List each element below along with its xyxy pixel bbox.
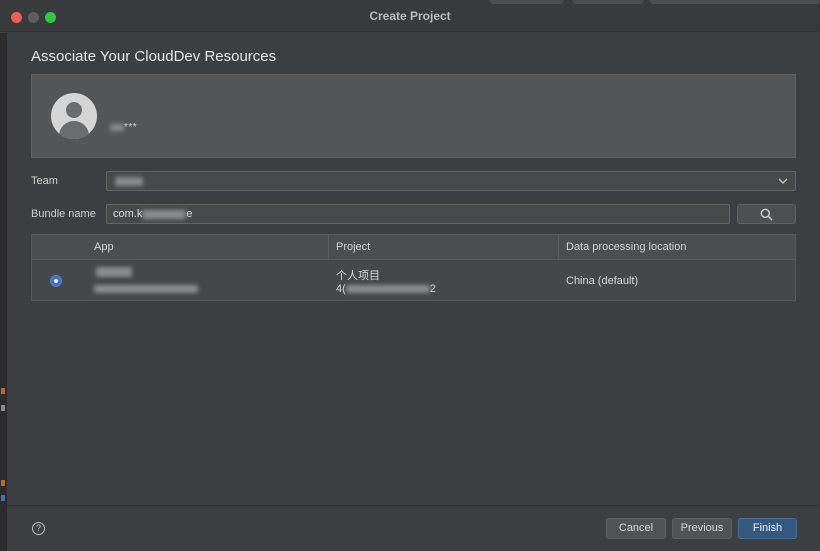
account-panel: *** [31,74,796,158]
bundle-name-input[interactable]: com.k e [106,204,730,224]
bundle-name-prefix: com.k [113,208,143,220]
app-id [94,283,198,295]
table-header: App Project Data processing location [32,235,795,260]
background-mark [1,388,5,394]
project-id-prefix: 4( [336,283,346,295]
user-avatar-icon [51,93,97,139]
search-button[interactable] [737,204,796,224]
background-tab [572,0,644,4]
project-id-suffix: 2 [429,283,436,295]
column-divider [328,235,329,260]
account-name: *** [110,122,137,133]
team-label: Team [31,175,58,187]
background-mark [1,405,5,411]
row-select-radio[interactable] [50,275,62,287]
footer-divider [7,505,820,506]
resources-table: App Project Data processing location 个人项… [31,234,796,301]
table-row[interactable]: 个人项目 4( 2 China (default) [32,261,795,300]
redacted-app-name [96,267,132,278]
window-title: Create Project [369,9,451,23]
associate-resources-dialog: Associate Your CloudDev Resources *** Te… [7,33,820,551]
column-header-location: Data processing location [566,241,687,253]
column-header-app: App [94,241,114,253]
team-value [115,175,143,187]
previous-button[interactable]: Previous [672,518,732,539]
redacted-bundle-name [142,209,187,219]
background-mark [1,495,5,501]
finish-button[interactable]: Finish [738,518,797,539]
column-divider [558,235,559,260]
redacted-app-id [94,285,198,294]
help-icon[interactable]: ? [32,522,45,535]
redacted-project-id [345,285,430,294]
project-id: 4( 2 [336,283,436,295]
chevron-down-icon [778,178,788,184]
redacted-account-name [110,123,124,131]
app-name [96,266,132,278]
bundle-name-suffix: e [186,208,193,220]
search-icon [760,208,773,221]
background-tab [650,0,820,4]
dialog-heading: Associate Your CloudDev Resources [31,48,277,65]
project-name: 个人项目 [336,270,380,282]
background-tab [490,0,564,4]
background-mark [1,480,5,486]
background-ide-strip [0,33,7,551]
create-project-window: Create Project Associate Your CloudDev R… [0,0,820,551]
redacted-team-name [115,176,143,186]
team-select[interactable] [106,171,796,191]
data-location: China (default) [566,275,639,287]
column-header-project: Project [336,241,371,253]
bundle-name-label: Bundle name [31,208,96,220]
title-bar: Create Project [0,0,820,32]
cancel-button[interactable]: Cancel [606,518,666,539]
